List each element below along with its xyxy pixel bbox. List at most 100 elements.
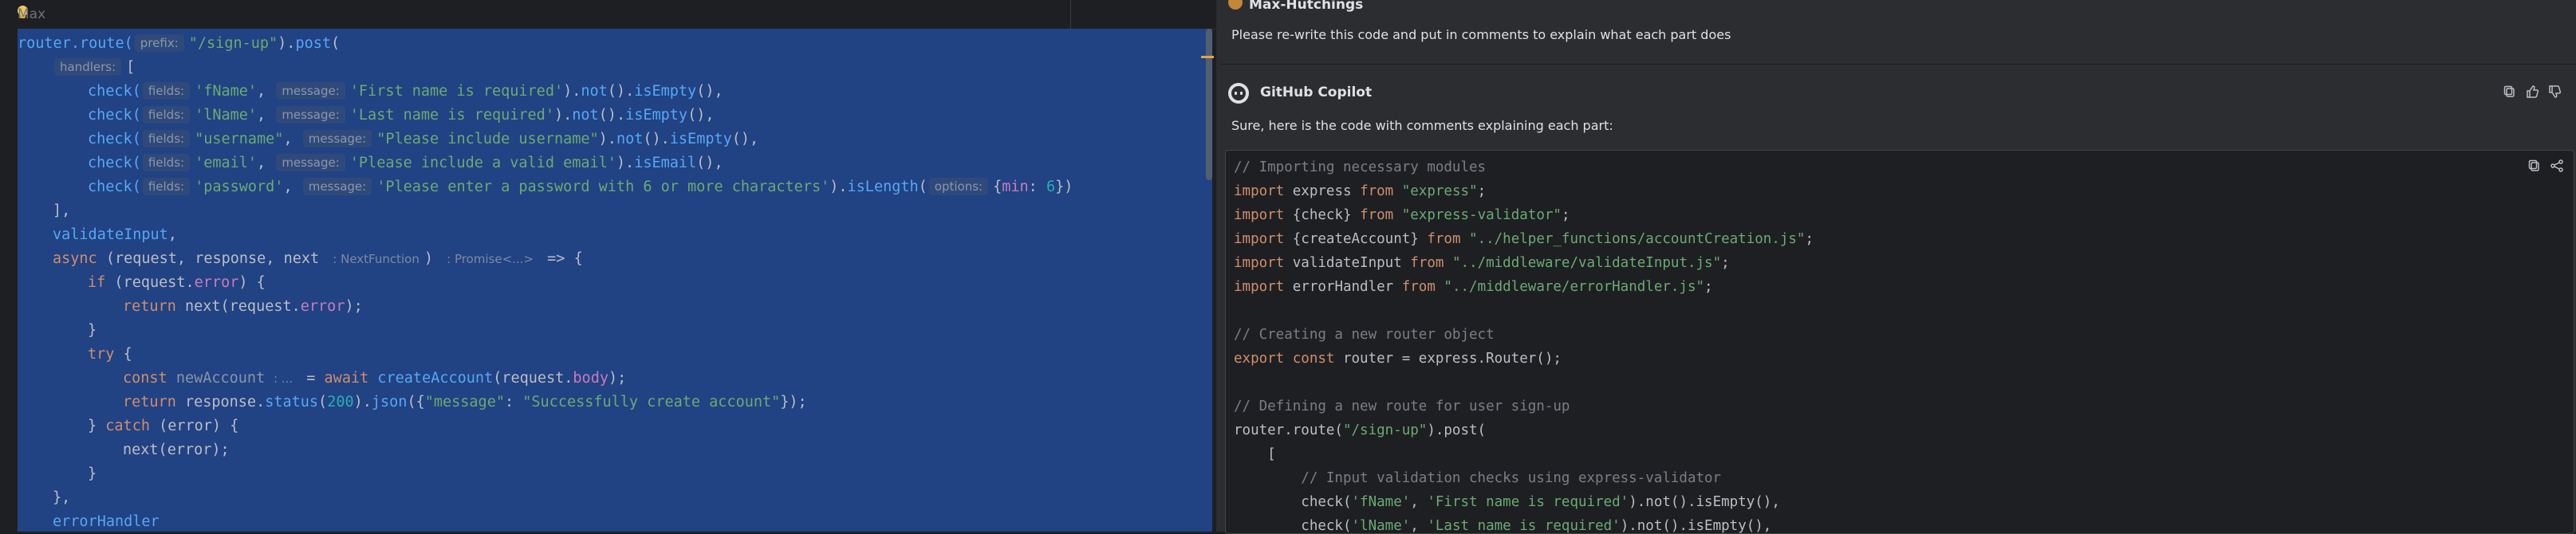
code-line[interactable]: ], <box>53 199 70 223</box>
code-line[interactable]: router.route(prefix: "/sign-up").post( <box>18 32 340 56</box>
code-line[interactable]: } <box>88 462 97 486</box>
code-token: // Input validation checks using express… <box>1234 470 1722 486</box>
code-token: (), <box>696 155 723 171</box>
insert-code-icon[interactable] <box>2550 159 2564 173</box>
parameter-hint: fields: <box>142 82 191 100</box>
code-token: , <box>257 107 275 124</box>
code-line: check('fName', 'First name is required')… <box>1234 490 1780 514</box>
selected-code-region[interactable]: router.route(prefix: "/sign-up").post(han… <box>18 29 1212 532</box>
code-token: ; <box>1561 207 1570 223</box>
code-token: } <box>88 322 97 339</box>
code-token: } <box>88 418 106 434</box>
code-line[interactable]: return response.status(200).json({"messa… <box>123 391 807 414</box>
code-token: router.route( <box>1234 422 1343 438</box>
code-token: // Creating a new router object <box>1234 327 1495 343</box>
code-token: validateInput <box>53 226 168 243</box>
code-token: 'email' <box>195 155 258 171</box>
code-token: (request, response, next <box>105 250 329 267</box>
warning-marker[interactable] <box>1201 56 1214 58</box>
code-token: [ <box>1234 446 1276 462</box>
code-token: // Defining a new route for user sign-up <box>1234 399 1570 414</box>
code-line[interactable]: next(error); <box>123 438 230 462</box>
code-line: // Input validation checks using express… <box>1234 466 1721 490</box>
user-message: Please re-write this code and put in com… <box>1231 27 1731 42</box>
code-line[interactable]: check(fields:'password', message: 'Please… <box>88 175 1073 199</box>
code-token: return <box>123 394 185 410</box>
code-token: ).post( <box>1427 422 1487 438</box>
code-token: ( <box>318 394 328 410</box>
editor-scrollbar-thumb[interactable] <box>1206 29 1212 180</box>
parameter-hint: prefix: <box>134 34 184 52</box>
code-token: async <box>53 250 106 267</box>
code-line[interactable]: handlers:[ <box>53 56 135 80</box>
code-token: check( <box>88 131 141 147</box>
code-token: ). <box>829 179 848 195</box>
code-token: 'First name is required' <box>349 83 564 100</box>
code-token: , <box>1410 518 1428 534</box>
thumbs-down-icon[interactable] <box>2547 84 2562 99</box>
code-line[interactable]: } <box>88 319 97 343</box>
copy-code-icon[interactable] <box>2527 159 2542 173</box>
code-token: from <box>1410 255 1452 271</box>
copilot-icon <box>1228 83 1249 104</box>
thumbs-up-icon[interactable] <box>2525 84 2539 99</box>
code-token: from <box>1427 231 1470 247</box>
parameter-hint: fields: <box>142 178 191 195</box>
code-token: 'lName' <box>1351 518 1411 534</box>
code-token: , <box>257 83 275 100</box>
code-token: errorHandler <box>53 513 160 530</box>
code-token: (), <box>731 131 759 147</box>
code-line[interactable]: }, <box>53 486 70 510</box>
code-token: try <box>88 346 124 363</box>
code-line[interactable]: check(fields: "username", message: "Please… <box>88 128 758 151</box>
parameter-hint: : NextFunction <box>333 252 419 266</box>
code-line: import {createAccount} from "../helper_f… <box>1234 227 1814 251</box>
code-token: from <box>1401 279 1444 295</box>
code-line: // Importing necessary modules <box>1234 155 1486 179</box>
code-line[interactable]: try { <box>88 343 132 367</box>
code-token: express <box>1292 183 1361 199</box>
message-divider <box>1220 64 2576 65</box>
code-token: 'Please enter a password with 6 or more … <box>376 179 830 195</box>
parameter-hint: message: <box>302 130 372 147</box>
code-token: if <box>88 274 115 291</box>
code-line[interactable]: return next(request.error); <box>123 295 363 319</box>
code-token: 'Please include a valid email' <box>349 155 616 171</box>
code-line[interactable]: if (request.error) { <box>88 271 266 295</box>
code-line[interactable]: async (request, response, next : NextFun… <box>53 247 583 271</box>
code-token: {createAccount} <box>1292 231 1428 247</box>
copilot-chat-panel: Max-Hutchings Please re-write this code … <box>1220 0 2576 534</box>
code-token: isEmpty <box>634 83 697 100</box>
code-line[interactable]: const newAccount : ... = await createAcc… <box>123 367 626 391</box>
code-token: ). <box>553 107 573 124</box>
assistant-name: GitHub Copilot <box>1260 84 1373 100</box>
response-code-block[interactable]: // Importing necessary modules import exp… <box>1225 150 2574 534</box>
code-line[interactable]: check(fields:'email', message: 'Please in… <box>88 151 723 175</box>
code-token: (). <box>643 131 670 147</box>
code-token: 200 <box>327 394 354 410</box>
code-token: ). <box>616 155 635 171</box>
code-line[interactable]: check(fields:'lName', message: 'Last name… <box>88 104 714 128</box>
copy-icon[interactable] <box>2503 84 2517 99</box>
editor-gutter <box>0 0 18 532</box>
code-token: (error) { <box>159 418 239 434</box>
code-token: error <box>194 274 239 291</box>
code-token: {check} <box>1292 207 1361 223</box>
code-line[interactable]: validateInput, <box>53 223 177 247</box>
code-line[interactable]: errorHandler <box>53 510 160 534</box>
code-line[interactable]: check(fields:'fName', message: 'First nam… <box>88 80 723 104</box>
code-token: ; <box>1477 183 1487 199</box>
parameter-hint: message: <box>276 106 345 124</box>
code-token: check( <box>88 83 141 100</box>
parameter-hint: fields: <box>142 154 191 171</box>
parameter-hint: : ... <box>270 371 293 386</box>
code-token: = <box>297 370 325 387</box>
code-line: export const router = express.Router(); <box>1234 347 1562 371</box>
code-token: createAccount <box>377 370 494 387</box>
code-token: min <box>1002 179 1029 195</box>
code-line: check('lName', 'Last name is required').… <box>1234 514 1771 534</box>
code-editor[interactable]: Max router.route(prefix: "/sign-up").post… <box>0 0 1220 532</box>
code-line[interactable]: } catch (error) { <box>88 414 238 438</box>
code-token: ). <box>598 131 616 147</box>
code-token: "express-validator" <box>1401 207 1562 223</box>
